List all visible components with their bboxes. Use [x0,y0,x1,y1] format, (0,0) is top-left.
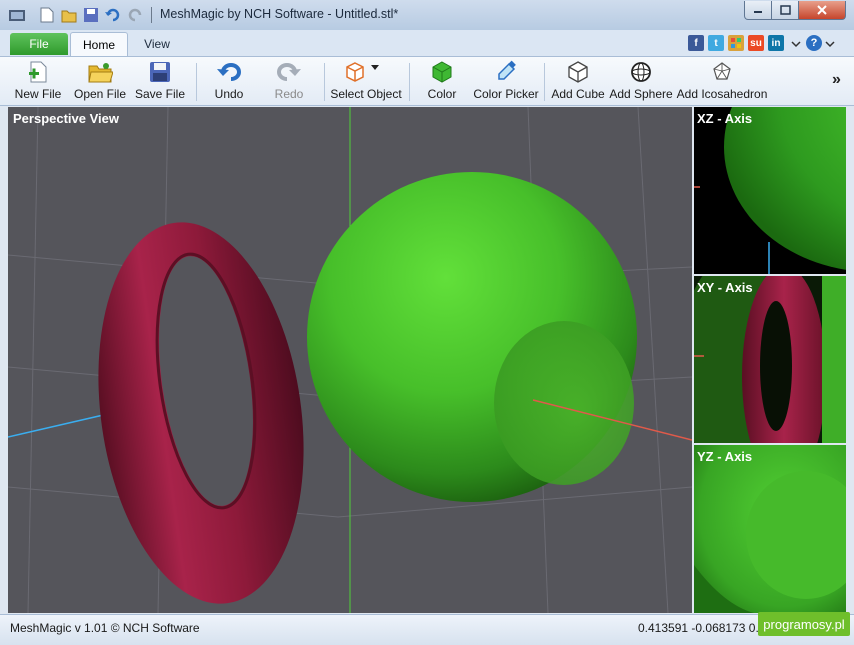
save-file-label: Save File [134,87,186,101]
toolbar-separator [544,63,545,101]
title-separator [151,7,152,23]
facebook-icon[interactable]: f [688,35,704,51]
xy-scene [694,276,846,443]
new-file-quick-icon[interactable] [38,6,56,24]
select-object-icon [346,60,386,84]
color-cube-icon [429,60,455,84]
redo-label: Redo [274,87,304,101]
plus-share-icon[interactable] [728,35,744,51]
maximize-button[interactable] [771,1,799,20]
add-cube-label: Add Cube [551,87,605,101]
perspective-view-label: Perspective View [13,111,119,126]
save-quick-icon[interactable] [82,6,100,24]
toolbar-separator [324,63,325,101]
tab-home[interactable]: Home [70,32,128,57]
ribbon-tab-row: File Home View f t su in ? [0,30,854,57]
select-object-label: Select Object [330,87,402,101]
stumbleupon-icon[interactable]: su [748,35,764,51]
open-file-button[interactable]: Open File [72,59,128,103]
xz-scene [694,107,846,274]
xy-axis-viewport[interactable]: XY - Axis [694,276,846,443]
minimize-button[interactable] [744,1,772,20]
window-title: MeshMagic by NCH Software - Untitled.stl… [160,7,399,21]
select-object-button[interactable]: Select Object [330,59,402,103]
status-coordinates: 0.413591 -0.068173 0.19 [638,621,773,635]
cube-icon [565,60,591,84]
yz-scene [694,445,846,613]
tab-file[interactable]: File [10,33,68,55]
close-button[interactable] [798,1,846,20]
undo-button[interactable]: Undo [208,59,250,103]
add-cube-button[interactable]: Add Cube [551,59,605,103]
color-label: Color [427,87,457,101]
toolbar-overflow-button[interactable]: » [832,71,841,89]
new-file-label: New File [14,87,62,101]
xz-axis-viewport[interactable]: XZ - Axis [694,107,846,274]
new-file-icon [25,60,51,84]
color-button[interactable]: Color [424,59,460,103]
open-folder-icon [87,60,113,84]
toolbar-separator [196,63,197,101]
xy-axis-label: XY - Axis [697,280,753,295]
perspective-viewport[interactable]: Perspective View [8,107,692,613]
new-file-button[interactable]: New File [14,59,62,103]
yz-axis-viewport[interactable]: YZ - Axis [694,445,846,613]
toolbar-separator [409,63,410,101]
tab-view[interactable]: View [134,33,180,55]
chevron-down-icon[interactable] [791,38,801,52]
app-menu-icon[interactable] [8,6,26,24]
twitter-icon[interactable]: t [708,35,724,51]
app-window: MeshMagic by NCH Software - Untitled.stl… [0,0,854,645]
yz-axis-label: YZ - Axis [697,449,753,464]
color-picker-button[interactable]: Color Picker [473,59,539,103]
sphere-icon [628,60,654,84]
undo-icon [216,60,242,84]
redo-icon [276,60,302,84]
eyedropper-icon [493,60,519,84]
status-bar: MeshMagic v 1.01 © NCH Software 0.413591… [0,614,854,645]
add-sphere-label: Add Sphere [609,87,673,101]
undo-quick-icon[interactable] [104,6,122,24]
linkedin-icon[interactable]: in [768,35,784,51]
add-sphere-button[interactable]: Add Sphere [609,59,673,103]
xz-axis-label: XZ - Axis [697,111,753,126]
add-icosahedron-label: Add Icosahedron [676,87,768,101]
watermark-logo: programosy.pl [758,612,850,636]
open-file-label: Open File [73,87,127,101]
status-version-text: MeshMagic v 1.01 © NCH Software [10,621,200,635]
help-icon[interactable]: ? [806,35,822,51]
save-file-button[interactable]: Save File [134,59,186,103]
redo-button[interactable]: Redo [268,59,310,103]
add-icosahedron-button[interactable]: Add Icosahedron [677,59,767,103]
open-file-quick-icon[interactable] [60,6,78,24]
floppy-disk-icon [147,60,173,84]
undo-label: Undo [214,87,244,101]
help-dropdown-icon[interactable] [825,38,835,52]
redo-quick-icon[interactable] [126,6,144,24]
perspective-scene [8,107,692,613]
title-bar: MeshMagic by NCH Software - Untitled.stl… [0,0,854,31]
color-picker-label: Color Picker [473,87,539,101]
ribbon-toolbar: New File Open File Save File Undo Redo S… [0,56,854,106]
icosahedron-icon [709,60,735,84]
